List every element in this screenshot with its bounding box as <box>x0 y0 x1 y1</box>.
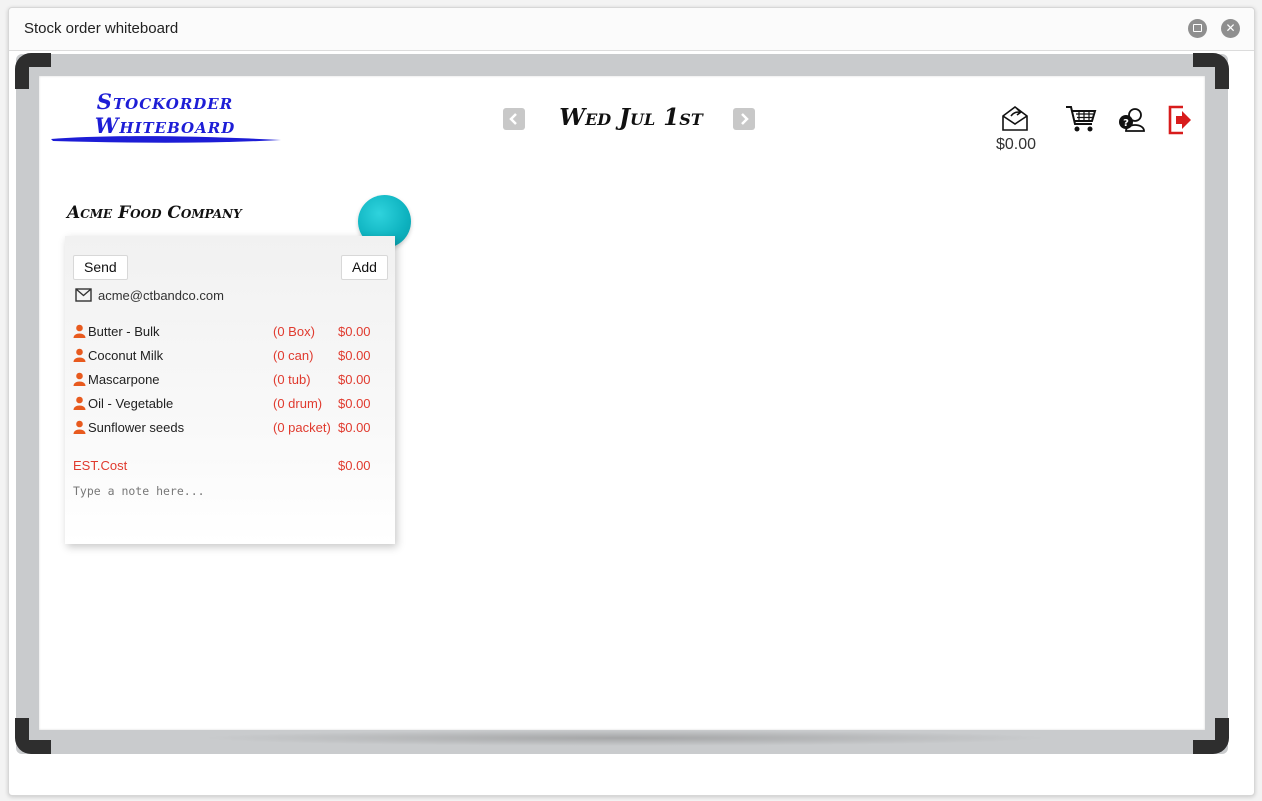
next-day-button[interactable] <box>733 108 755 130</box>
orders-total: $0.00 <box>995 136 1037 153</box>
item-price: $0.00 <box>338 372 371 387</box>
envelope-send-icon <box>1002 106 1028 131</box>
send-button[interactable]: Send <box>73 255 128 280</box>
item-name: Oil - Vegetable <box>88 396 174 411</box>
prev-day-button[interactable] <box>503 108 525 130</box>
add-button[interactable]: Add <box>341 255 388 280</box>
item-quantity: (0 drum) <box>273 396 323 411</box>
app-logo: Stockorder Whiteboard <box>45 83 285 149</box>
item-price: $0.00 <box>338 396 371 411</box>
person-icon <box>73 348 86 362</box>
list-item[interactable]: Sunflower seeds (0 packet) $0.00 <box>73 418 383 442</box>
logo-line-1: Stockorder <box>96 89 234 114</box>
supplier-email: acme@ctbandco.com <box>98 288 224 303</box>
item-name: Butter - Bulk <box>88 324 160 339</box>
logout-button[interactable] <box>1167 104 1195 141</box>
window-title: Stock order whiteboard <box>24 20 179 37</box>
item-price: $0.00 <box>338 324 371 339</box>
cart-icon <box>1066 106 1097 132</box>
item-quantity: (0 tub) <box>273 372 311 387</box>
title-bar: Stock order whiteboard ✕ <box>9 8 1254 51</box>
item-price: $0.00 <box>338 348 371 363</box>
envelope-icon <box>75 288 92 302</box>
item-name: Coconut Milk <box>88 348 164 363</box>
person-icon <box>73 420 86 434</box>
order-items-list: Butter - Bulk (0 Box) $0.00 Coconut Milk… <box>73 322 383 442</box>
current-date: Wed Jul 1st <box>559 104 703 131</box>
svg-text:?: ? <box>1123 118 1129 129</box>
chevron-left-icon <box>509 113 517 125</box>
est-cost-value: $0.00 <box>338 458 371 473</box>
help-user-icon: ? <box>1119 108 1145 132</box>
list-item[interactable]: Butter - Bulk (0 Box) $0.00 <box>73 322 383 346</box>
list-item[interactable]: Oil - Vegetable (0 drum) $0.00 <box>73 394 383 418</box>
logout-icon <box>1168 105 1191 135</box>
list-item[interactable]: Mascarpone (0 tub) $0.00 <box>73 370 383 394</box>
chevron-right-icon <box>741 113 749 125</box>
item-quantity: (0 packet) <box>273 420 331 435</box>
person-icon <box>73 396 86 410</box>
est-cost-label: EST.Cost <box>73 458 128 473</box>
send-orders-button[interactable] <box>1000 104 1030 137</box>
supplier-name: Acme Food Company <box>67 203 242 223</box>
minimize-icon[interactable] <box>1188 19 1207 38</box>
person-icon <box>73 372 86 386</box>
cart-button[interactable] <box>1064 104 1098 139</box>
note-input[interactable] <box>71 480 375 502</box>
item-price: $0.00 <box>338 420 371 435</box>
item-quantity: (0 Box) <box>273 324 315 339</box>
item-name: Sunflower seeds <box>88 420 185 435</box>
list-item[interactable]: Coconut Milk (0 can) $0.00 <box>73 346 383 370</box>
logo-underline <box>51 136 281 143</box>
supplier-order-card: Send Add acme@ctbandco.com Butter - Bulk… <box>65 236 395 544</box>
help-button[interactable]: ? <box>1117 106 1147 139</box>
marker-tray <box>200 730 1050 746</box>
person-icon <box>73 324 86 338</box>
close-icon[interactable]: ✕ <box>1221 19 1240 38</box>
item-quantity: (0 can) <box>273 348 314 363</box>
item-name: Mascarpone <box>88 372 160 387</box>
